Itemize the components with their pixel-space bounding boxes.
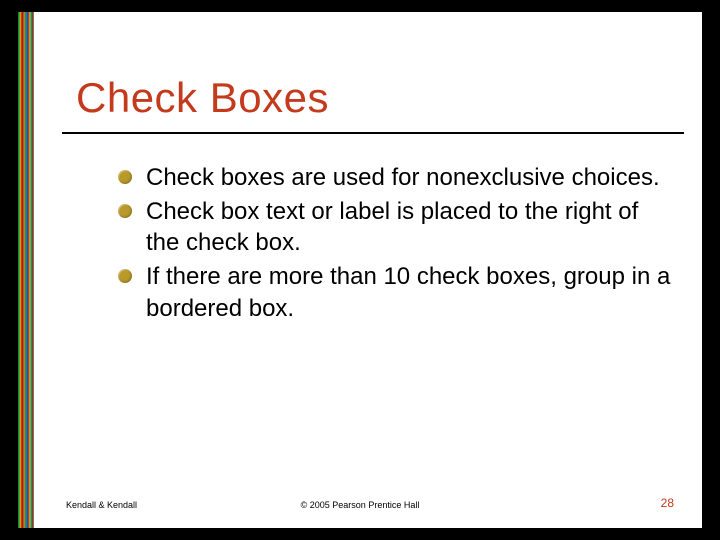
footer-page-number: 28: [661, 496, 674, 510]
title-underline: [62, 132, 684, 134]
list-item: If there are more than 10 check boxes, g…: [118, 261, 674, 324]
bullet-dot-icon: [118, 170, 132, 184]
footer-copyright: © 2005 Pearson Prentice Hall: [18, 500, 702, 510]
bullet-dot-icon: [118, 204, 132, 218]
slide: Check Boxes Check boxes are used for non…: [18, 12, 702, 528]
bullet-text: Check boxes are used for nonexclusive ch…: [146, 164, 660, 191]
list-item: Check box text or label is placed to the…: [118, 196, 674, 259]
bullet-text: Check box text or label is placed to the…: [146, 198, 638, 257]
slide-title: Check Boxes: [76, 74, 329, 122]
bullet-list: Check boxes are used for nonexclusive ch…: [118, 162, 674, 326]
accent-texture-bar: [18, 12, 34, 528]
bullet-dot-icon: [118, 269, 132, 283]
list-item: Check boxes are used for nonexclusive ch…: [118, 162, 674, 194]
bullet-text: If there are more than 10 check boxes, g…: [146, 263, 670, 322]
